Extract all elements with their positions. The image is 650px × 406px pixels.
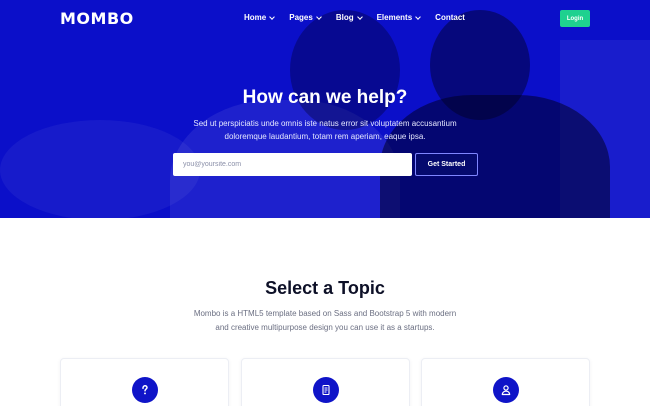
nav-item-label: Pages <box>289 13 313 22</box>
user-icon <box>493 377 519 403</box>
main-menu: Home Pages Blog Elements Contact <box>244 13 480 22</box>
topic-cards <box>60 358 590 406</box>
chevron-down-icon <box>356 13 363 20</box>
top-navbar: MOMBO Home Pages Blog Elements Contact L <box>0 0 650 36</box>
brand-logo[interactable]: MOMBO <box>60 9 134 28</box>
chevron-down-icon <box>415 13 422 20</box>
nav-item-contact[interactable]: Contact <box>435 13 465 22</box>
login-button[interactable]: Login <box>560 10 590 27</box>
topic-card[interactable] <box>421 358 590 406</box>
document-icon <box>312 377 339 403</box>
email-input[interactable] <box>173 153 412 176</box>
get-started-button[interactable]: Get Started <box>415 153 478 176</box>
chevron-down-icon <box>269 13 276 20</box>
section-title: Select a Topic <box>265 278 385 298</box>
topic-card[interactable] <box>240 358 410 406</box>
hero-subtitle: Sed ut perspiciatis unde omnis iste natu… <box>193 119 457 141</box>
nav-item-label: Contact <box>435 13 465 22</box>
nav-item-pages[interactable]: Pages <box>289 13 322 22</box>
nav-item-home[interactable]: Home <box>244 13 276 22</box>
hero-title: How can we help? <box>242 87 408 108</box>
nav-item-label: Elements <box>376 13 413 22</box>
nav-item-elements[interactable]: Elements <box>376 13 422 22</box>
nav-item-label: Blog <box>335 13 354 22</box>
chevron-down-icon <box>315 13 322 20</box>
question-icon <box>132 377 158 403</box>
signup-form: Get Started <box>173 153 478 176</box>
nav-item-label: Home <box>244 13 267 22</box>
nav-item-blog[interactable]: Blog <box>335 13 363 22</box>
topic-card[interactable] <box>60 358 229 406</box>
section-description: Mombo is a HTML5 template based on Sass … <box>193 309 457 332</box>
hero-section: MOMBO Home Pages Blog Elements Contact L <box>0 0 650 218</box>
